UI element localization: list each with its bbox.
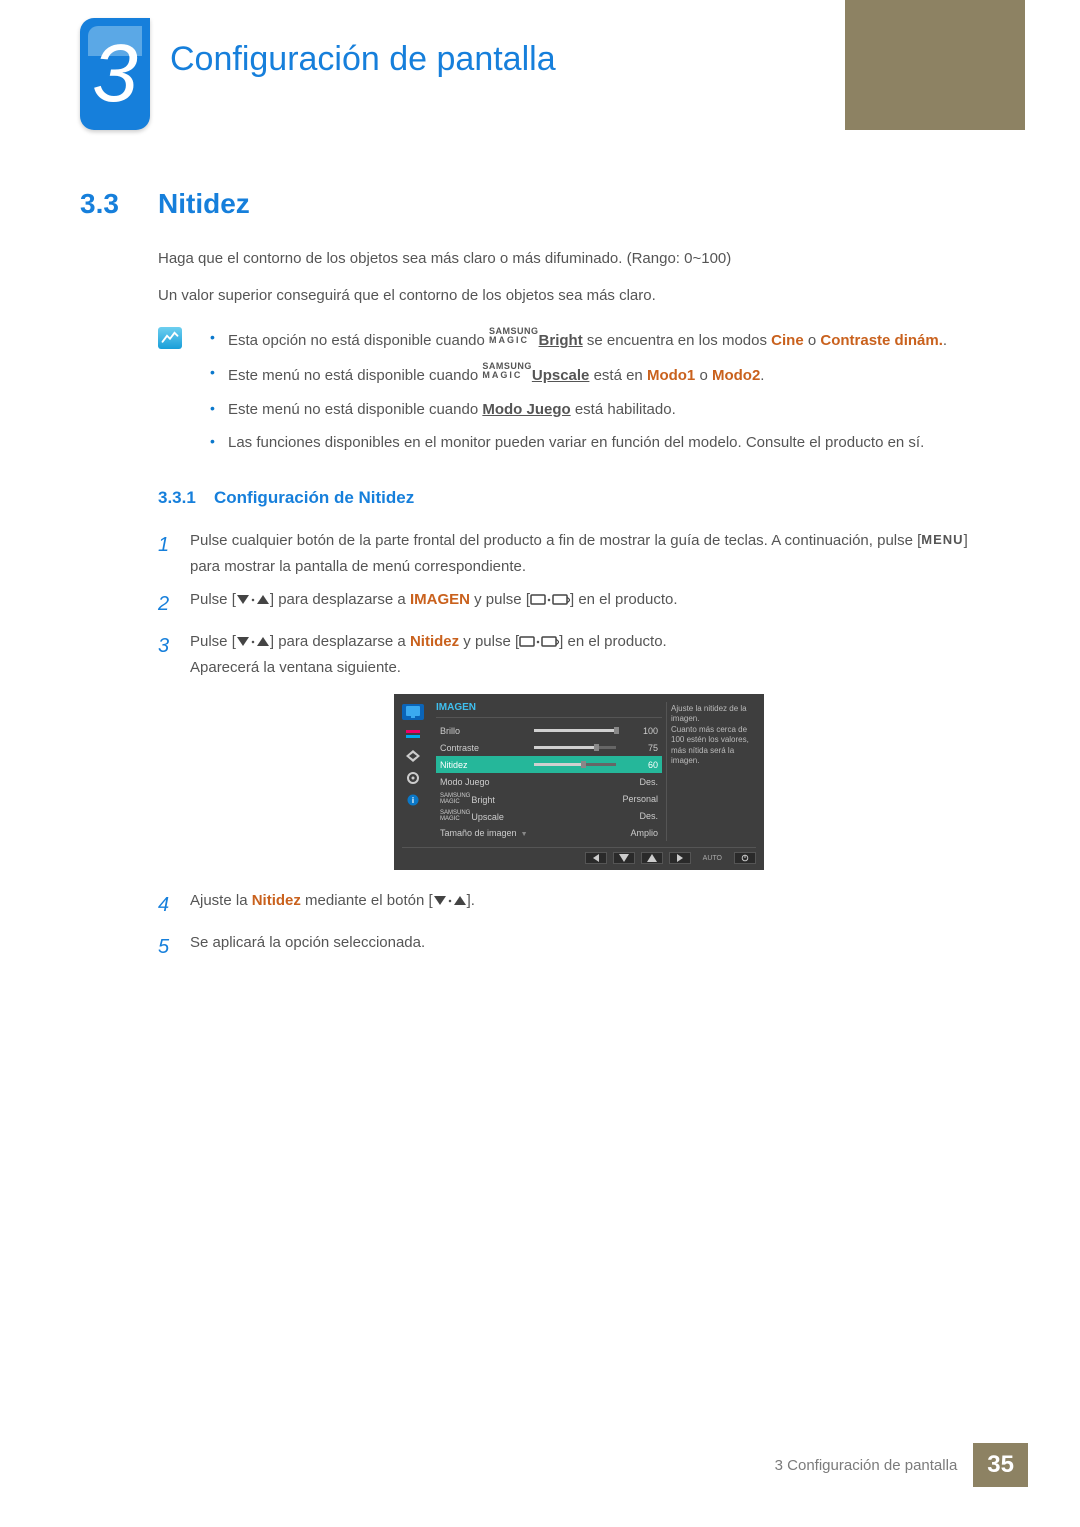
osd-tab-image-icon (402, 704, 424, 720)
osd-row: SAMSUNGMAGICUpscaleDes. (436, 807, 662, 824)
osd-power-icon (734, 852, 756, 864)
osd-auto-button: AUTO (697, 855, 728, 862)
enter-source-icon (530, 594, 570, 606)
osd-row: SAMSUNGMAGICBrightPersonal (436, 790, 662, 807)
osd-tab-color-icon (402, 726, 424, 742)
note-item-3: Este menú no está disponible cuando Modo… (208, 398, 1000, 421)
osd-tab-settings-icon (402, 770, 424, 786)
down-up-icon (433, 895, 467, 907)
intro-paragraph-2: Un valor superior conseguirá que el cont… (158, 285, 1000, 308)
svg-text:i: i (412, 796, 414, 805)
header-stripe (845, 0, 1080, 130)
note-icon (158, 327, 208, 464)
page-number: 35 (973, 1443, 1028, 1487)
osd-row: Brillo100 (436, 722, 662, 739)
osd-down-icon (613, 852, 635, 864)
osd-up-icon (641, 852, 663, 864)
down-up-icon (236, 594, 270, 606)
osd-left-icon (585, 852, 607, 864)
footer-chapter-label: 3 Configuración de pantalla (775, 1457, 958, 1474)
step-5: 5Se aplicará la opción seleccionada. (158, 930, 1000, 964)
subsection-title: 3.3.1Configuración de Nitidez (158, 488, 1000, 508)
chapter-badge: 3 (80, 18, 150, 130)
chapter-title: Configuración de pantalla (170, 40, 556, 79)
osd-right-icon (669, 852, 691, 864)
down-up-icon (236, 636, 270, 648)
osd-tab-size-icon (402, 748, 424, 764)
enter-source-icon (519, 636, 559, 648)
note-block: Esta opción no está disponible cuando SA… (158, 327, 1000, 464)
step-1: 1Pulse cualquier botón de la parte front… (158, 528, 1000, 579)
osd-control-bar: AUTO (402, 847, 756, 864)
osd-window: i IMAGEN Brillo100Contraste75Nitidez60Mo… (394, 694, 764, 870)
osd-row: Contraste75 (436, 739, 662, 756)
step-4: 4Ajuste la Nitidez mediante el botón []. (158, 888, 1000, 922)
osd-header: IMAGEN (436, 702, 662, 718)
osd-sidebar: i (402, 702, 428, 841)
osd-tab-info-icon: i (402, 792, 424, 808)
osd-row: Tamaño de imagen▼Amplio (436, 824, 662, 841)
section-title: 3.3Nitidez (80, 188, 1000, 220)
osd-row: Nitidez60 (436, 756, 662, 773)
page-footer: 3 Configuración de pantalla 35 (775, 1443, 1028, 1487)
chapter-number: 3 (92, 28, 138, 119)
step-2: 2Pulse [] para desplazarse a IMAGEN y pu… (158, 587, 1000, 621)
note-item-1: Esta opción no está disponible cuando SA… (208, 327, 1000, 352)
osd-row: Modo JuegoDes. (436, 773, 662, 790)
note-item-2: Este menú no está disponible cuando SAMS… (208, 362, 1000, 387)
intro-paragraph-1: Haga que el contorno de los objetos sea … (158, 248, 1000, 271)
osd-tooltip: Ajuste la nitidez de la imagen.Cuanto má… (666, 702, 756, 841)
note-item-4: Las funciones disponibles en el monitor … (208, 431, 1000, 454)
step-3: 3Pulse [] para desplazarse a Nitidez y p… (158, 629, 1000, 680)
section-number: 3.3 (80, 188, 158, 220)
